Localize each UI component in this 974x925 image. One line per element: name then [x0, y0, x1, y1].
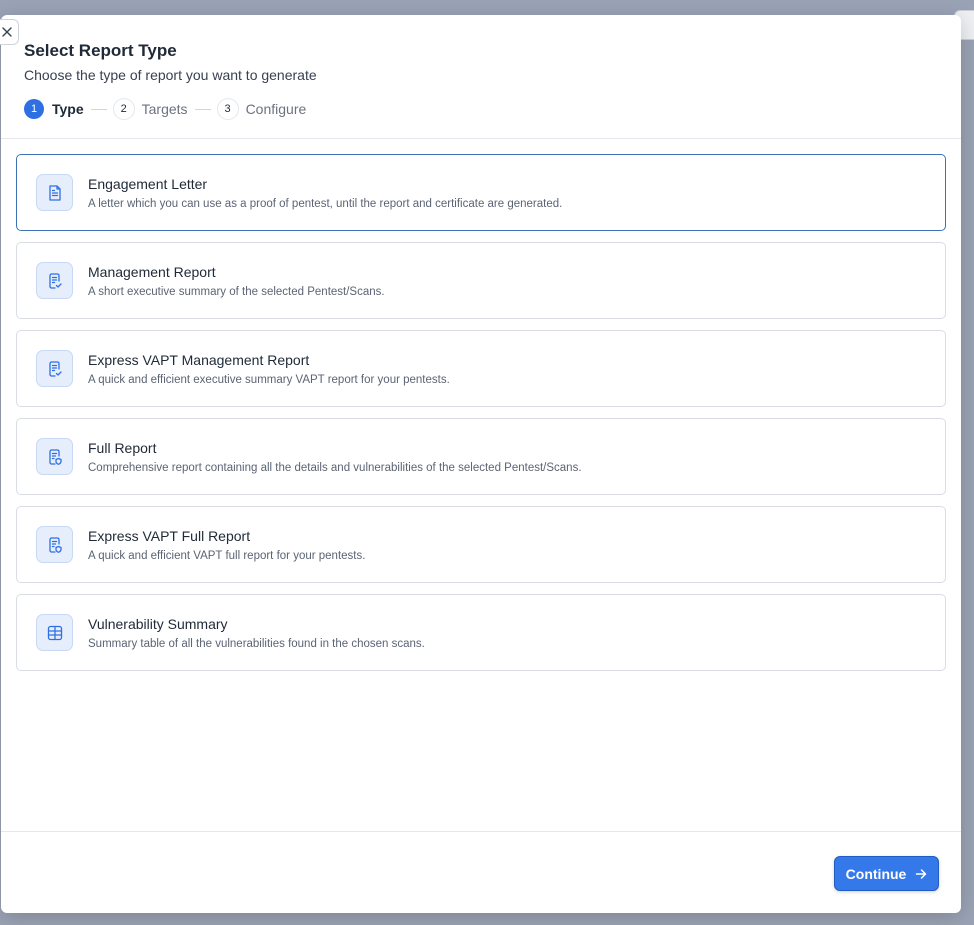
- continue-button-label: Continue: [845, 865, 907, 882]
- report-option-title: Express VAPT Management Report: [88, 351, 310, 368]
- report-type-list: Engagement Letter A letter which you can…: [1, 139, 961, 671]
- modal-footer: Continue: [1, 831, 961, 913]
- modal-subtitle: Choose the type of report you want to ge…: [24, 67, 317, 83]
- close-icon: [2, 27, 12, 37]
- document-icon: [36, 174, 73, 211]
- step-label: Configure: [245, 101, 307, 117]
- report-option-description: A quick and efficient executive summary …: [88, 373, 450, 386]
- report-option-title: Express VAPT Full Report: [88, 527, 251, 544]
- step-number: 2: [113, 99, 134, 119]
- step-label: Targets: [141, 101, 188, 117]
- step-number: 1: [24, 99, 44, 119]
- step-label: Type: [52, 101, 84, 117]
- document-check-icon: [36, 350, 73, 387]
- table-icon: [36, 614, 73, 651]
- report-type-modal: Select Report Type Choose the type of re…: [0, 15, 961, 913]
- report-option-title: Management Report: [88, 263, 216, 280]
- step-configure[interactable]: 3 Configure: [217, 99, 307, 119]
- report-option-title: Engagement Letter: [88, 175, 208, 192]
- stepper: 1 Type 2 Targets 3 Configure: [24, 99, 938, 119]
- report-option-description: A short executive summary of the selecte…: [88, 285, 385, 298]
- document-shield-icon: [36, 438, 73, 475]
- modal-title: Select Report Type: [24, 41, 177, 60]
- modal-header: Select Report Type Choose the type of re…: [1, 15, 961, 139]
- step-divider: [194, 108, 211, 110]
- report-option-description: A letter which you can use as a proof of…: [88, 197, 563, 210]
- document-shield-icon: [36, 526, 73, 563]
- close-button[interactable]: [0, 19, 19, 45]
- report-option-description: Summary table of all the vulnerabilities…: [88, 637, 425, 650]
- report-option-express-vapt-full-report[interactable]: Express VAPT Full Report A quick and eff…: [16, 506, 946, 583]
- report-option-express-vapt-management-report[interactable]: Express VAPT Management Report A quick a…: [16, 330, 946, 407]
- step-targets[interactable]: 2 Targets: [113, 99, 188, 119]
- step-divider: [90, 108, 107, 110]
- report-option-title: Vulnerability Summary: [88, 615, 228, 632]
- report-option-description: A quick and efficient VAPT full report f…: [88, 549, 366, 562]
- step-number: 3: [217, 99, 238, 119]
- continue-button[interactable]: Continue: [834, 856, 939, 891]
- report-option-description: Comprehensive report containing all the …: [88, 461, 582, 474]
- report-option-vulnerability-summary[interactable]: Vulnerability Summary Summary table of a…: [16, 594, 946, 671]
- document-check-icon: [36, 262, 73, 299]
- report-option-engagement-letter[interactable]: Engagement Letter A letter which you can…: [16, 154, 946, 231]
- report-option-title: Full Report: [88, 439, 157, 456]
- report-option-full-report[interactable]: Full Report Comprehensive report contain…: [16, 418, 946, 495]
- arrow-right-icon: [915, 868, 927, 880]
- report-option-management-report[interactable]: Management Report A short executive summ…: [16, 242, 946, 319]
- step-type[interactable]: 1 Type: [24, 99, 84, 119]
